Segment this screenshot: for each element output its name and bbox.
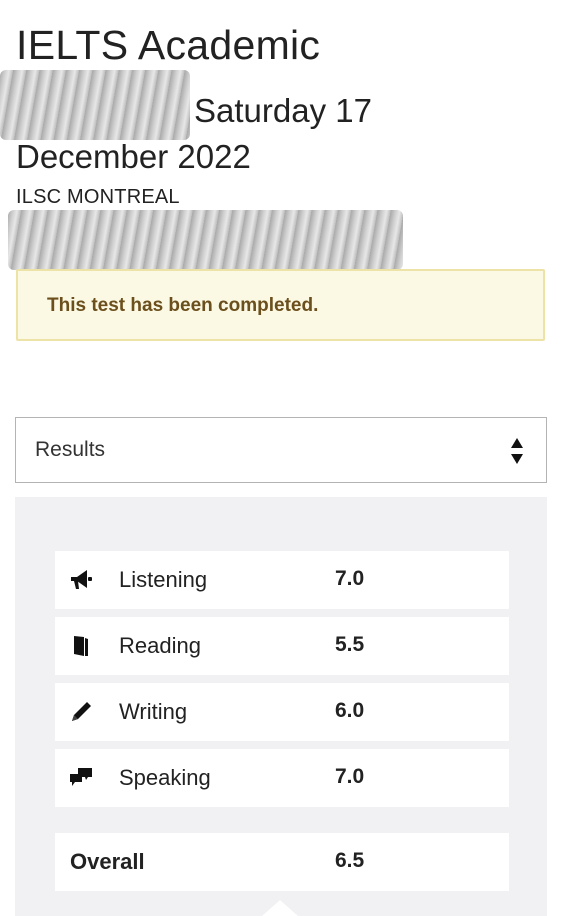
- speech-bubbles-icon: [70, 768, 92, 786]
- score-value: 5.5: [335, 633, 365, 656]
- score-row-listening: Listening 7.0: [55, 551, 509, 609]
- status-alert: This test has been completed.: [16, 269, 545, 341]
- test-venue: ILSC MONTREAL: [16, 186, 180, 208]
- overall-score: 6.5: [335, 849, 365, 872]
- results-select-value: Results: [35, 438, 106, 461]
- page-title: IELTS Academic: [16, 22, 321, 68]
- sort-arrows-icon: [511, 438, 523, 464]
- score-label: Listening: [119, 567, 208, 592]
- score-value: 7.0: [335, 765, 365, 788]
- panel-notch: [262, 900, 298, 916]
- megaphone-icon: [71, 570, 92, 589]
- pencil-icon: [72, 702, 91, 721]
- score-value: 7.0: [335, 567, 365, 590]
- status-alert-message: This test has been completed.: [47, 295, 319, 316]
- redacted-area: [8, 210, 403, 270]
- score-row-speaking: Speaking 7.0: [55, 749, 509, 807]
- results-panel: Listening 7.0 Reading 5.5 Writing 6.0 Sp…: [15, 497, 547, 916]
- score-label: Writing: [119, 699, 188, 724]
- score-row-overall: Overall 6.5: [55, 833, 509, 891]
- overall-label: Overall: [70, 849, 145, 874]
- score-label: Speaking: [119, 765, 211, 790]
- redacted-area: [0, 70, 190, 140]
- book-icon: [74, 636, 88, 656]
- score-row-reading: Reading 5.5: [55, 617, 509, 675]
- score-row-writing: Writing 6.0: [55, 683, 509, 741]
- score-label: Reading: [119, 633, 201, 658]
- score-value: 6.0: [335, 699, 365, 722]
- results-select[interactable]: Results: [15, 417, 547, 483]
